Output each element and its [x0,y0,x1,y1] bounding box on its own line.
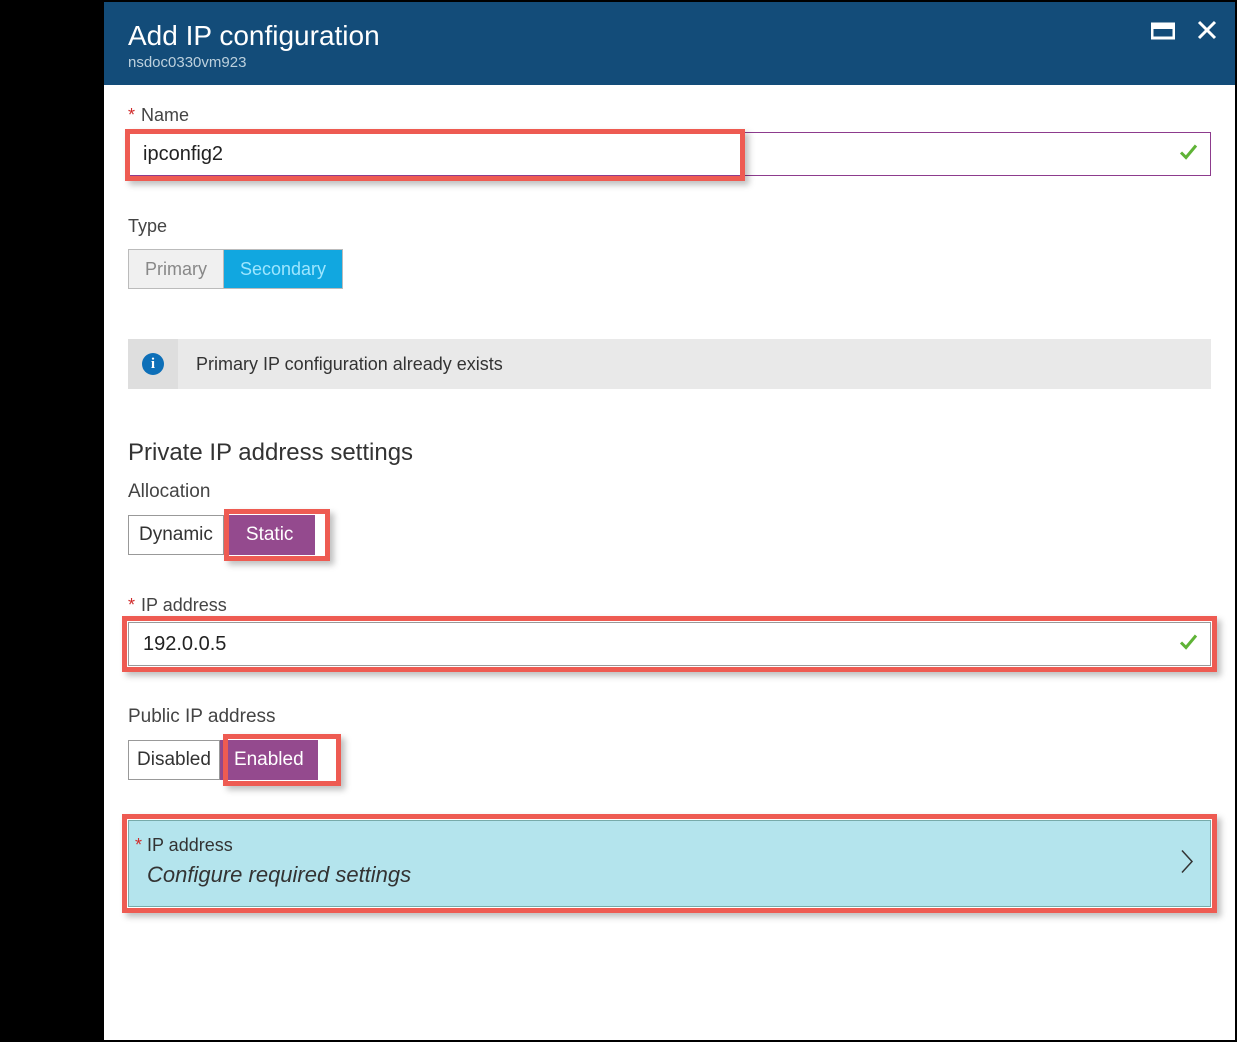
restore-icon[interactable] [1151,20,1175,40]
picker-subtext: Configure required settings [147,862,1170,888]
info-text: Primary IP configuration already exists [196,354,503,375]
allocation-toggle: Dynamic Static [128,515,315,555]
chevron-right-icon [1180,848,1194,879]
blade-header: Add IP configuration nsdoc0330vm923 [104,2,1235,85]
public-enabled-button[interactable]: Enabled [220,740,318,780]
private-ip-heading: Private IP address settings [128,439,1211,467]
allocation-dynamic-button[interactable]: Dynamic [128,515,224,555]
info-icon-box: i [128,339,178,389]
header-actions [1151,20,1217,40]
picker-label: IP address [147,835,1170,856]
add-ip-config-panel: Add IP configuration nsdoc0330vm923 *Nam… [102,0,1237,1042]
required-star: * [128,105,135,125]
allocation-static-button[interactable]: Static [224,515,316,555]
public-ip-label: Public IP address [128,706,1211,728]
type-primary-button: Primary [128,249,224,289]
ip-picker-wrap: * IP address Configure required settings [128,820,1211,907]
name-input[interactable] [129,133,1210,175]
ip-address-picker[interactable]: * IP address Configure required settings [128,820,1211,907]
blade-subtitle: nsdoc0330vm923 [128,54,1211,71]
name-input-wrap [128,132,1211,176]
check-icon [1178,632,1198,657]
name-label: *Name [128,105,1211,126]
public-disabled-button[interactable]: Disabled [128,740,220,780]
type-toggle: Primary Secondary [128,249,1211,289]
allocation-label: Allocation [128,481,1211,503]
required-star: * [135,835,142,856]
blade-content: *Name Type Primary Secondary i Primary I… [104,85,1235,1040]
ip-input-wrap [128,622,1211,666]
ip-label: *IP address [128,595,1211,616]
info-bar: i Primary IP configuration already exist… [128,339,1211,389]
required-star: * [128,595,135,615]
type-label: Type [128,216,1211,237]
ip-input[interactable] [129,623,1210,665]
close-icon[interactable] [1197,20,1217,40]
info-icon: i [142,353,164,375]
blade-title: Add IP configuration [128,20,1211,52]
public-ip-toggle: Disabled Enabled [128,740,318,780]
check-icon [1178,142,1198,167]
type-secondary-button[interactable]: Secondary [224,249,343,289]
